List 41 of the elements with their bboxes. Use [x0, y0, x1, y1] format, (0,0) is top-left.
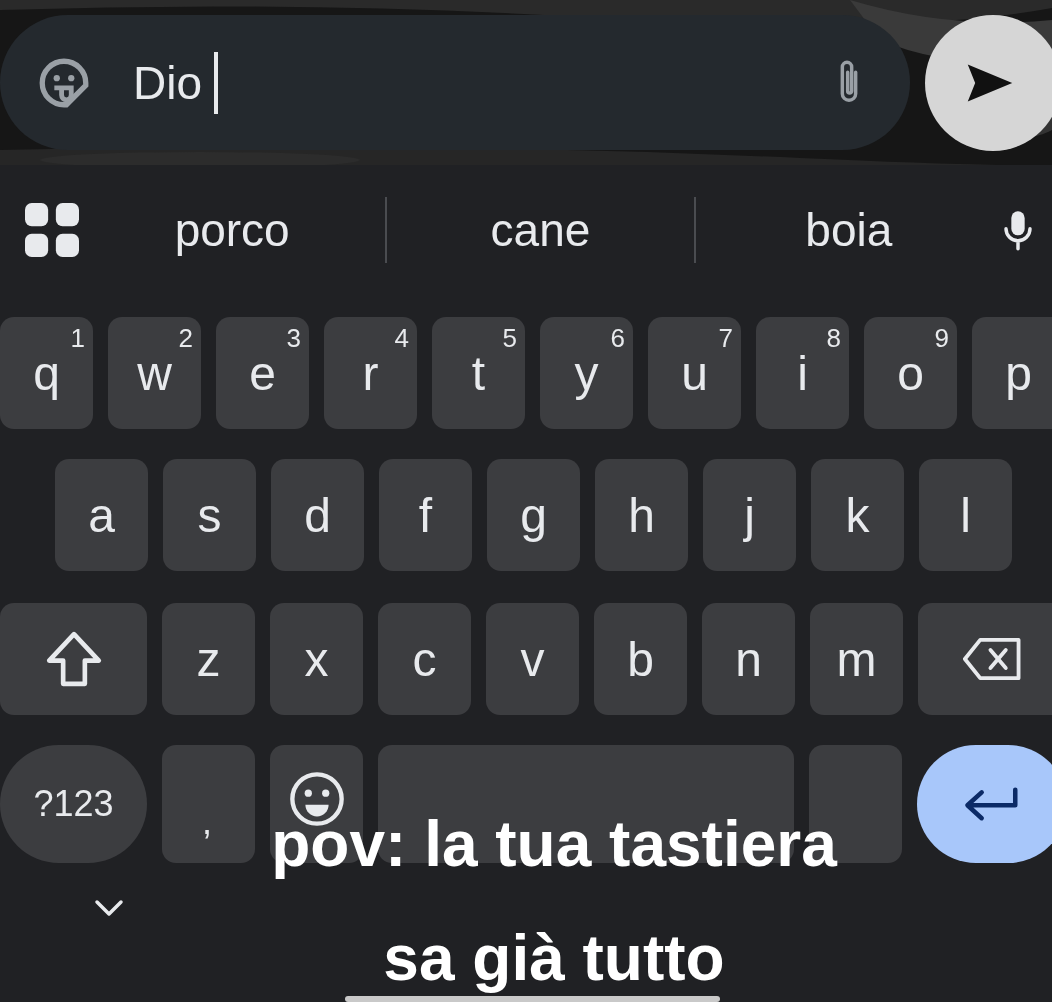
letter-key[interactable]: c [378, 603, 471, 715]
letter-key[interactable]: d [271, 459, 364, 571]
enter-key[interactable] [917, 745, 1052, 863]
letter-key[interactable]: 1 q [0, 317, 93, 429]
text-cursor [214, 51, 219, 114]
letter-key[interactable]: 3 e [216, 317, 309, 429]
letter-key[interactable]: p [972, 317, 1052, 429]
letter-key[interactable]: h [595, 459, 688, 571]
shift-key[interactable] [0, 603, 147, 715]
suggestion-item[interactable]: boia [695, 203, 1002, 257]
letter-key[interactable]: 4 r [324, 317, 417, 429]
suggestion-item[interactable]: porco [79, 203, 386, 257]
letter-key[interactable]: 8 i [756, 317, 849, 429]
letter-key[interactable]: x [270, 603, 363, 715]
letter-key[interactable]: b [594, 603, 687, 715]
letter-key[interactable]: v [486, 603, 579, 715]
backspace-key[interactable] [918, 603, 1052, 715]
letter-key[interactable]: m [810, 603, 903, 715]
message-field[interactable]: Dio [0, 15, 910, 150]
letter-key[interactable]: s [163, 459, 256, 571]
letter-key[interactable]: 2 w [108, 317, 201, 429]
letter-key[interactable]: f [379, 459, 472, 571]
letter-key[interactable]: 7 u [648, 317, 741, 429]
letter-key[interactable]: j [703, 459, 796, 571]
apps-grid-icon[interactable] [25, 203, 79, 257]
microphone-icon[interactable] [1002, 208, 1034, 252]
suggestion-item[interactable]: cane [387, 203, 694, 257]
letter-key[interactable]: a [55, 459, 148, 571]
comma-key[interactable]: , [162, 745, 255, 863]
message-text: Dio [133, 55, 203, 110]
symbols-key[interactable]: ?123 [0, 745, 147, 863]
smiley-icon [287, 770, 346, 828]
letter-key[interactable]: 9 o [864, 317, 957, 429]
letter-key[interactable]: l [919, 459, 1012, 571]
letter-key[interactable]: z [162, 603, 255, 715]
chevron-down-icon[interactable] [94, 899, 124, 917]
letter-key[interactable]: g [487, 459, 580, 571]
letter-key[interactable]: k [811, 459, 904, 571]
letter-key[interactable]: n [702, 603, 795, 715]
letter-key[interactable]: 6 y [540, 317, 633, 429]
letter-key[interactable]: 5 t [432, 317, 525, 429]
